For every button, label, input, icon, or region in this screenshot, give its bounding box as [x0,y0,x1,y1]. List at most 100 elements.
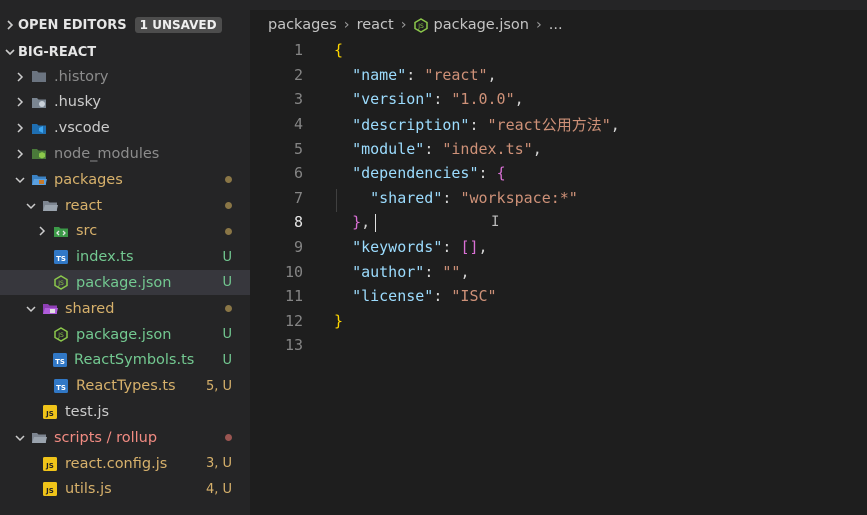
tree-item-label: index.ts [76,249,134,266]
code-line[interactable]: 12} [250,309,867,334]
code-token: : [478,164,497,183]
code-text: "shared": "workspace:*" [334,189,578,207]
code-token: } [352,213,362,232]
chevron-right-icon [12,120,28,136]
tree-item-scripts-rollup[interactable]: scripts / rollup [0,425,250,450]
code-line[interactable]: 11 "license": "ISC" [250,284,867,309]
open-editors-header[interactable]: OPEN EDITORS 1 UNSAVED [0,13,250,37]
line-number: 7 [293,188,303,207]
code-token: "author" [352,262,425,281]
git-status-badge: U [222,275,232,291]
code-token: "react公用方法" [487,115,611,134]
code-token: , [460,262,470,281]
code-token: "module" [352,139,425,158]
breadcrumb-item-packages[interactable]: packages [268,17,337,33]
code-token: [] [460,238,479,257]
tree-item-husky[interactable]: .husky [0,90,250,115]
chevron-right-icon [12,69,28,85]
code-token: "index.ts" [442,139,533,158]
code-line[interactable]: 7 "shared": "workspace:*" [250,186,867,211]
git-status-badge: U [222,327,232,342]
tree-item-label: .history [54,68,109,85]
tree-item-vscode[interactable]: .vscode [0,116,250,141]
editor-pane[interactable]: packages › react › JS package.json › ...… [250,0,867,515]
javascript-file-icon: JS [41,481,59,497]
code-token: "name" [352,65,407,84]
nodejs-file-icon: JS [52,327,70,343]
code-text: }, [334,213,370,231]
code-line[interactable]: 5 "module": "index.ts", [250,136,867,161]
code-line[interactable]: 10 "author": "", [250,259,867,284]
tree-item-react-symbols-ts[interactable]: TS ReactSymbols.ts U [0,348,250,373]
nodejs-file-icon: JS [413,17,428,33]
code-line[interactable]: 13 [250,333,867,358]
code-token: , [487,65,497,84]
code-line[interactable]: 2 "name": "react", [250,63,867,88]
breadcrumb-item-react[interactable]: react [357,17,394,33]
code-token: , [610,115,620,134]
chevron-down-icon [23,198,39,214]
git-status-badge: 4, U [205,481,232,497]
tree-item-node-modules[interactable]: node_modules [0,141,250,166]
tree-item-shared-package-json[interactable]: JS package.json U [0,322,250,347]
code-line[interactable]: 4 "description": "react公用方法", [250,112,867,137]
breadcrumb-item-more[interactable]: ... [549,17,563,33]
folder-icon [30,69,48,85]
tree-item-react-config-js[interactable]: JS react.config.js 3, U [0,451,250,476]
code-line[interactable]: 8 }, [250,210,867,235]
tree-item-index-ts[interactable]: TS index.ts U [0,245,250,270]
code-token: : [442,238,461,257]
code-line[interactable]: 9 "keywords": [], [250,235,867,260]
svg-text:JS: JS [45,487,54,495]
chevron-down-icon [2,47,18,57]
tree-item-label: packages [54,171,123,188]
tree-item-packages[interactable]: packages [0,167,250,192]
javascript-file-icon: JS [41,404,59,420]
code-line[interactable]: 6 "dependencies": { [250,161,867,186]
code-line[interactable]: 1{ [250,38,867,63]
svg-text:JS: JS [417,23,424,30]
chevron-down-icon [23,301,39,317]
line-number: 3 [293,90,303,109]
code-token: "version" [352,90,434,109]
error-dot-icon [192,430,232,445]
code-token: "dependencies" [352,164,479,183]
project-header[interactable]: BIG-REACT [0,40,250,64]
breadcrumb-item-package-json[interactable]: package.json [434,17,529,33]
code-token: { [496,164,506,183]
line-number: 11 [284,287,303,306]
line-number: 5 [293,139,303,158]
code-token: , [532,139,542,158]
code-token: : [442,188,461,207]
tree-item-shared[interactable]: shared [0,296,250,321]
tree-item-label: node_modules [54,145,160,162]
line-number: 12 [284,311,303,330]
tree-item-test-js[interactable]: JS test.js [0,399,250,424]
tree-item-utils-js[interactable]: JS utils.js 4, U [0,477,250,502]
code-token: : [424,262,443,281]
src-folder-icon [52,223,70,239]
folder-open-icon [30,430,48,446]
line-number: 9 [293,238,303,257]
code-text: "keywords": [], [334,238,487,257]
tree-item-src[interactable]: src [0,219,250,244]
folder-open-icon [41,198,59,214]
husky-folder-icon [30,94,48,110]
tree-item-label: react.config.js [65,455,168,472]
svg-text:JS: JS [45,410,54,418]
tree-item-react-package-json[interactable]: JS package.json U [0,270,250,296]
chevron-right-icon [34,223,50,239]
tree-item-react[interactable]: react [0,193,250,218]
code-token: "shared" [370,188,443,207]
ibeam-cursor-icon: I [491,214,500,230]
git-status-badge: 3, U [205,456,232,471]
tree-item-react-types-ts[interactable]: TS ReactTypes.ts 5, U [0,374,250,399]
code-line[interactable]: 3 "version": "1.0.0", [250,87,867,112]
tree-item-history[interactable]: .history [0,64,250,89]
code-token: { [334,41,344,60]
vscode-folder-icon [30,120,48,136]
